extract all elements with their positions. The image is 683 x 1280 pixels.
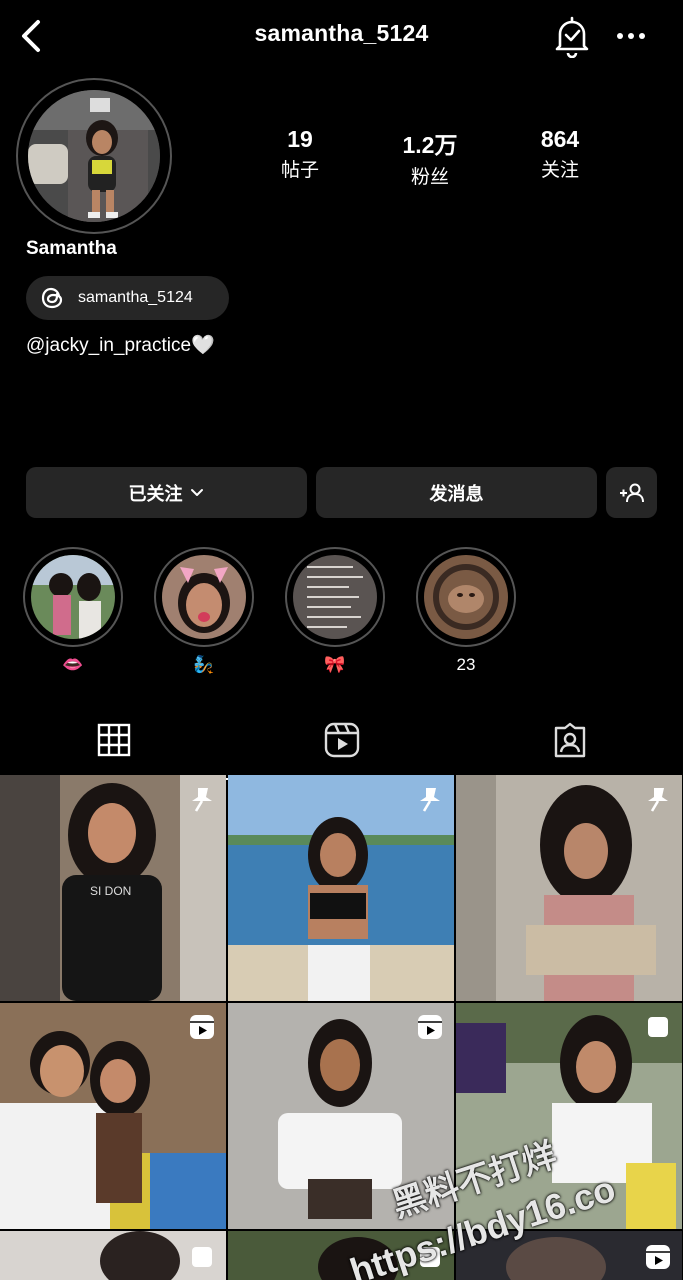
- following-button[interactable]: 已关注: [26, 467, 307, 518]
- multi-photo-icon: [192, 1247, 212, 1267]
- content-tabs: [0, 708, 683, 780]
- highlight-ring: [154, 547, 254, 647]
- add-user-button[interactable]: [606, 467, 657, 518]
- stat-number: 19: [287, 126, 313, 152]
- pin-icon: [192, 788, 212, 812]
- chevron-down-icon: [190, 488, 203, 496]
- stat-posts[interactable]: 19 帖子: [240, 126, 360, 189]
- multi-photo-icon: [648, 1017, 668, 1037]
- highlight-item[interactable]: 🧞: [154, 547, 254, 677]
- message-label: 发消息: [429, 483, 484, 504]
- add-user-icon: [619, 483, 644, 502]
- highlight-item[interactable]: 🎀: [285, 547, 385, 677]
- post-thumbnail[interactable]: [456, 775, 682, 1001]
- highlight-ring: [416, 547, 516, 647]
- reels-icon: [324, 722, 360, 758]
- highlight-ring: [23, 547, 123, 647]
- tab-tagged[interactable]: [456, 708, 683, 772]
- post-thumbnail[interactable]: [0, 1231, 226, 1280]
- post-thumbnail[interactable]: SI DON: [0, 775, 226, 1001]
- highlight-item[interactable]: 👄: [23, 547, 123, 677]
- reel-icon: [646, 1245, 670, 1269]
- message-button[interactable]: 发消息: [316, 467, 597, 518]
- profile-stats: 19 帖子 1.2万 粉丝 864 关注: [240, 126, 620, 189]
- stat-following[interactable]: 864 关注: [500, 126, 620, 189]
- bio-text[interactable]: @jacky_in_practice🤍: [26, 333, 215, 357]
- threads-handle: samantha_5124: [78, 289, 193, 306]
- tab-posts[interactable]: [0, 708, 228, 772]
- svg-text:SI DON: SI DON: [90, 884, 131, 898]
- stat-followers[interactable]: 1.2万 粉丝: [370, 126, 490, 189]
- threads-link[interactable]: samantha_5124: [26, 276, 229, 320]
- highlight-image: [31, 555, 115, 639]
- reel-icon: [418, 1015, 442, 1039]
- stat-label: 帖子: [280, 160, 319, 181]
- pin-icon: [648, 788, 668, 812]
- tagged-icon: [554, 722, 586, 758]
- display-name: Samantha: [26, 238, 117, 259]
- highlight-image: [162, 555, 246, 639]
- stat-number: 1.2万: [402, 132, 458, 158]
- stat-label: 粉丝: [410, 167, 449, 188]
- top-bar: samantha_5124: [0, 0, 683, 72]
- following-label: 已关注: [128, 483, 183, 504]
- bell-check-icon[interactable]: [552, 14, 592, 58]
- more-horizontal-icon[interactable]: [614, 24, 648, 48]
- highlight-label: 23: [456, 655, 476, 674]
- highlight-ring: [285, 547, 385, 647]
- tab-reels[interactable]: [228, 708, 456, 772]
- post-thumbnail[interactable]: [0, 1003, 226, 1229]
- highlight-label: 🧞: [193, 655, 215, 674]
- post-thumbnail[interactable]: [228, 775, 454, 1001]
- threads-icon: [41, 287, 63, 309]
- stat-number: 864: [540, 126, 580, 152]
- highlight-label: 👄: [62, 655, 84, 674]
- reel-icon: [190, 1015, 214, 1039]
- avatar-image: [28, 90, 160, 222]
- pin-icon: [420, 788, 440, 812]
- highlight-label: 🎀: [324, 655, 346, 674]
- profile-avatar[interactable]: [16, 78, 172, 234]
- highlight-item[interactable]: 23: [416, 547, 516, 677]
- highlight-image: [424, 555, 508, 639]
- highlight-image: [293, 555, 377, 639]
- grid-icon: [97, 723, 131, 757]
- stat-label: 关注: [540, 160, 579, 181]
